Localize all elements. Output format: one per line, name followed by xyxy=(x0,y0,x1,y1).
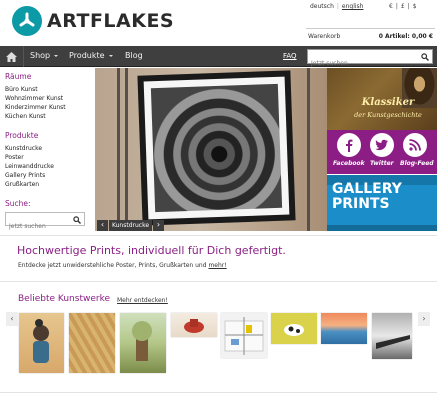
gallery-prints-title: GALLERY PRINTS xyxy=(332,182,402,212)
nav-shop-label: Shop xyxy=(30,51,51,60)
cart[interactable]: Warenkorb 0 Artikel: 0,00 € xyxy=(308,33,433,43)
sidebar-search xyxy=(5,212,85,233)
stair-rail xyxy=(125,68,128,231)
artwork-thumbnail[interactable] xyxy=(271,313,317,344)
artwork-landscape-image xyxy=(132,321,152,361)
promo-gallery-prints[interactable]: GALLERY PRINTS xyxy=(327,175,437,231)
brand-name: ARTFLAKES xyxy=(47,10,175,32)
gallery-band xyxy=(327,225,437,231)
currency-separator: | xyxy=(395,3,398,10)
currency-gbp[interactable]: £ xyxy=(401,3,405,10)
gallery-line-2: PRINTS xyxy=(332,196,390,212)
blog-feed-label[interactable]: Blog-Feed xyxy=(400,160,434,167)
page-subheadline: Entdecke jetzt unwiderstehliche Poster, … xyxy=(18,262,227,269)
search-icon[interactable] xyxy=(421,53,429,61)
home-button[interactable] xyxy=(0,46,24,67)
artwork-cow-image xyxy=(284,324,304,336)
nav-blog[interactable]: Blog xyxy=(125,51,143,60)
hero-next-button[interactable]: › xyxy=(153,220,164,231)
sidebar-item-buero[interactable]: Büro Kunst xyxy=(5,86,38,93)
lang-separator: | xyxy=(336,3,339,10)
sidebar-item-grusskarten[interactable]: Grußkarten xyxy=(5,181,39,188)
section-divider xyxy=(0,392,437,393)
nav-faq[interactable]: FAQ xyxy=(283,52,297,60)
main-nav: Shop Produkte Blog FAQ xyxy=(0,46,437,70)
section-divider xyxy=(0,235,437,236)
artwork-thumbnail[interactable] xyxy=(69,313,115,373)
stair-rail xyxy=(117,68,120,231)
lang-de[interactable]: deutsch xyxy=(310,3,334,10)
artwork-thumbnail[interactable] xyxy=(120,313,166,373)
search-icon[interactable] xyxy=(73,216,81,224)
page-headline: Hochwertige Prints, individuell für Dich… xyxy=(17,244,286,257)
hero-prev-button[interactable]: ‹ xyxy=(97,220,108,231)
sidebar-heading-products: Produkte xyxy=(5,131,39,140)
hero-category-tag[interactable]: Kunstdrucke xyxy=(109,220,152,231)
artwork-pier-image xyxy=(376,335,410,349)
artwork-abstract-image xyxy=(224,317,264,355)
currency-separator: | xyxy=(407,3,410,10)
nav-produkte-label: Produkte xyxy=(69,51,105,60)
carousel-next-button[interactable]: › xyxy=(418,312,430,326)
more-link[interactable]: mehr! xyxy=(208,262,226,269)
logo-star-icon xyxy=(12,6,42,36)
chevron-down-icon xyxy=(108,55,113,57)
hero-slider[interactable]: ‹ Kunstdrucke › xyxy=(95,68,327,231)
header-divider xyxy=(306,28,435,29)
sidebar-item-poster[interactable]: Poster xyxy=(5,154,24,161)
artwork-hat-image xyxy=(184,319,204,333)
popular-more-link[interactable]: Mehr entdecken! xyxy=(117,297,168,304)
sidebar-heading-rooms: Räume xyxy=(5,72,32,81)
sidebar-item-kinderzimmer[interactable]: Kinderzimmer Kunst xyxy=(5,104,66,111)
artwork-thumbnail[interactable] xyxy=(372,313,412,359)
promo-klassiker[interactable]: Klassiker der Kunstgeschichte xyxy=(327,68,437,130)
promo-klassiker-title: Klassiker xyxy=(361,97,415,108)
rss-icon[interactable] xyxy=(403,133,427,157)
sidebar-search-input[interactable] xyxy=(6,220,70,233)
gallery-line-1: GALLERY xyxy=(332,181,402,197)
nav-blog-label: Blog xyxy=(125,51,143,60)
currency-usd[interactable]: $ xyxy=(413,3,417,10)
sidebar-item-leinwand[interactable]: Leinwanddrucke xyxy=(5,163,54,170)
artwork-thumbnail[interactable] xyxy=(171,313,217,337)
lang-en[interactable]: english xyxy=(342,3,364,10)
artwork-thumbnail[interactable] xyxy=(321,313,367,344)
sidebar-item-wohnzimmer[interactable]: Wohnzimmer Kunst xyxy=(5,95,63,102)
sidebar-item-kunstdrucke[interactable]: Kunstdrucke xyxy=(5,145,42,152)
artflakes-logo[interactable]: ARTFLAKES xyxy=(12,6,174,36)
promo-social: Facebook Twitter Blog-Feed xyxy=(327,130,437,174)
artwork-thumbnail[interactable] xyxy=(221,313,267,358)
subheadline-text: Entdecke jetzt unwiderstehliche Poster, … xyxy=(18,262,207,269)
twitter-label[interactable]: Twitter xyxy=(370,160,394,167)
artwork-figure-image xyxy=(33,319,49,363)
sidebar-item-gallery-prints[interactable]: Gallery Prints xyxy=(5,172,45,179)
promo-klassiker-subtitle: der Kunstgeschichte xyxy=(354,111,422,119)
nav-produkte[interactable]: Produkte xyxy=(69,51,113,60)
twitter-icon[interactable] xyxy=(370,133,394,157)
home-icon xyxy=(6,51,17,62)
currency-switch: € | £ | $ xyxy=(389,3,417,10)
chevron-down-icon xyxy=(54,55,59,57)
nav-shop[interactable]: Shop xyxy=(30,51,59,60)
language-switch: deutsch | english xyxy=(310,3,364,10)
cart-label: Warenkorb xyxy=(308,33,341,40)
facebook-icon[interactable] xyxy=(337,133,361,157)
facebook-label[interactable]: Facebook xyxy=(333,160,365,167)
sidebar-item-kuechen[interactable]: Küchen Kunst xyxy=(5,113,46,120)
stair-rail xyxy=(307,68,310,231)
staircase-photo xyxy=(150,83,283,213)
carousel-prev-button[interactable]: ‹ xyxy=(6,312,18,326)
section-divider xyxy=(0,281,437,282)
hero-framed-print xyxy=(137,70,296,226)
cart-summary: 0 Artikel: 0,00 € xyxy=(378,33,433,40)
sidebar-heading-search: Suche: xyxy=(5,199,31,208)
header-search xyxy=(307,49,433,70)
artwork-thumbnail[interactable] xyxy=(19,313,64,373)
currency-eur[interactable]: € xyxy=(389,3,393,10)
popular-heading: Beliebte Kunstwerke xyxy=(18,294,110,304)
